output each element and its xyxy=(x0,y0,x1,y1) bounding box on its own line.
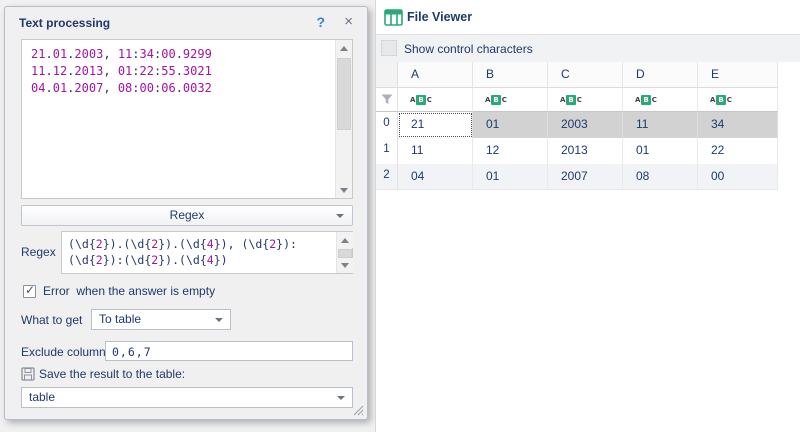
scroll-down-icon[interactable] xyxy=(336,182,352,198)
table-cell[interactable]: 2003 xyxy=(548,112,623,138)
table-cell[interactable]: 2007 xyxy=(548,164,623,190)
regex-pattern: (\d{2}).(\d{2}).(\d{4}), (\d{2}):(\d{2})… xyxy=(68,236,332,268)
file-viewer-title: File Viewer xyxy=(407,10,472,24)
table-row: 0 21 01 2003 11 34 xyxy=(376,112,800,138)
sample-line: 21.01.2003, 11:34:00.9299 xyxy=(31,46,330,63)
sample-scrollbar[interactable] xyxy=(335,40,352,198)
row-header[interactable]: 2 xyxy=(376,164,398,190)
table-cell[interactable]: 01 xyxy=(473,164,548,190)
table-cell[interactable]: 04 xyxy=(398,164,473,190)
grid-corner-cell xyxy=(376,62,398,88)
regex-scrollbar[interactable] xyxy=(336,232,352,273)
sample-line: 04.01.2007, 08:00:06.0032 xyxy=(31,80,330,97)
file-viewer-panel: File Viewer Show control characters A B … xyxy=(375,0,800,432)
string-type-icon: ABC xyxy=(485,95,507,105)
exclude-columns-input[interactable]: 0,6,7 xyxy=(105,341,353,361)
save-icon xyxy=(21,367,35,381)
what-to-get-label: What to get xyxy=(21,313,82,327)
sample-text: 21.01.2003, 11:34:00.929911.12.2013, 01:… xyxy=(31,46,330,97)
save-row: Save the result to the table: xyxy=(21,367,185,381)
scroll-thumb[interactable] xyxy=(338,249,352,258)
table-cell[interactable]: 11 xyxy=(398,138,473,164)
chevron-down-icon xyxy=(337,396,345,400)
row-header[interactable]: 0 xyxy=(376,112,398,138)
string-type-icon: ABC xyxy=(710,95,732,105)
row-header[interactable]: 1 xyxy=(376,138,398,164)
table-cell[interactable]: 11 xyxy=(623,112,698,138)
column-header[interactable]: E xyxy=(698,62,778,88)
column-header[interactable]: A xyxy=(398,62,473,88)
string-type-icon: ABC xyxy=(410,95,432,105)
viewer-controls-bar: Show control characters xyxy=(376,35,800,62)
dialog-title: Text processing xyxy=(19,16,110,30)
mode-selector-button[interactable]: Regex xyxy=(21,205,353,226)
regex-field-label: Regex xyxy=(21,245,56,259)
regex-input[interactable]: (\d{2}).(\d{2}).(\d{4}), (\d{2}):(\d{2})… xyxy=(61,231,353,274)
file-viewer-header: File Viewer xyxy=(376,0,800,35)
table-cell[interactable]: 2013 xyxy=(548,138,623,164)
column-type-cell[interactable]: ABC xyxy=(623,88,698,112)
sample-text-area[interactable]: 21.01.2003, 11:34:00.929911.12.2013, 01:… xyxy=(21,39,353,199)
funnel-icon xyxy=(381,94,393,105)
save-table-value: table xyxy=(29,390,55,404)
table-cell[interactable]: 00 xyxy=(698,164,778,190)
scroll-up-icon[interactable] xyxy=(337,232,353,248)
sample-line: 11.12.2013, 01:22:55.3021 xyxy=(31,63,330,80)
chevron-down-icon xyxy=(215,318,223,322)
text-processing-dialog: Text processing ? × 21.01.2003, 11:34:00… xyxy=(4,6,368,420)
table-row: 2 04 01 2007 08 00 xyxy=(376,164,800,190)
what-to-get-value: To table xyxy=(99,312,141,326)
scroll-up-icon[interactable] xyxy=(336,40,352,56)
column-type-cell[interactable]: ABC xyxy=(698,88,778,112)
table-row: 1 11 12 2013 01 22 xyxy=(376,138,800,164)
table-cell[interactable]: 01 xyxy=(623,138,698,164)
error-checkbox[interactable]: ✓ xyxy=(23,285,36,298)
table-cell[interactable]: 34 xyxy=(698,112,778,138)
column-header[interactable]: D xyxy=(623,62,698,88)
mode-selector-label: Regex xyxy=(170,208,205,222)
scroll-down-icon[interactable] xyxy=(337,258,353,273)
column-header[interactable]: C xyxy=(548,62,623,88)
regex-line: (\d{2}).(\d{2}).(\d{4}), (\d{2}): xyxy=(68,236,332,252)
table-cell[interactable]: 21 xyxy=(398,112,473,138)
close-icon[interactable]: × xyxy=(344,13,353,30)
column-type-cell[interactable]: ABC xyxy=(548,88,623,112)
grid-header-row: A B C D E xyxy=(376,62,800,88)
resize-grip[interactable] xyxy=(351,403,364,416)
table-cell[interactable]: 22 xyxy=(698,138,778,164)
string-type-icon: ABC xyxy=(560,95,582,105)
help-icon[interactable]: ? xyxy=(316,14,325,30)
column-header[interactable]: B xyxy=(473,62,548,88)
save-label: Save the result to the table: xyxy=(39,367,185,381)
screen: Text processing ? × 21.01.2003, 11:34:00… xyxy=(0,0,800,432)
string-type-icon: ABC xyxy=(635,95,657,105)
table-cell[interactable]: 12 xyxy=(473,138,548,164)
scroll-thumb[interactable] xyxy=(337,58,351,130)
chevron-down-icon xyxy=(336,214,344,218)
regex-line: (\d{2}):(\d{2}).(\d{4}) xyxy=(68,252,332,268)
error-checkbox-row[interactable]: ✓ Error when the answer is empty xyxy=(23,284,215,298)
error-checkbox-label: Error when the answer is empty xyxy=(43,284,215,298)
show-control-characters-checkbox[interactable] xyxy=(381,40,397,56)
filter-cell[interactable] xyxy=(376,88,398,112)
column-type-cell[interactable]: ABC xyxy=(398,88,473,112)
column-type-cell[interactable]: ABC xyxy=(473,88,548,112)
what-to-get-select[interactable]: To table xyxy=(91,309,231,330)
data-grid: A B C D E ABC ABC ABC ABC ABC xyxy=(376,62,800,190)
table-cell[interactable]: 01 xyxy=(473,112,548,138)
table-cell[interactable]: 08 xyxy=(623,164,698,190)
show-control-characters-label: Show control characters xyxy=(404,42,533,56)
table-icon xyxy=(384,9,403,26)
check-icon: ✓ xyxy=(25,283,35,297)
grid-filter-row: ABC ABC ABC ABC ABC xyxy=(376,88,800,112)
save-table-select[interactable]: table xyxy=(21,387,353,408)
exclude-columns-label: Exclude columns xyxy=(21,345,112,359)
